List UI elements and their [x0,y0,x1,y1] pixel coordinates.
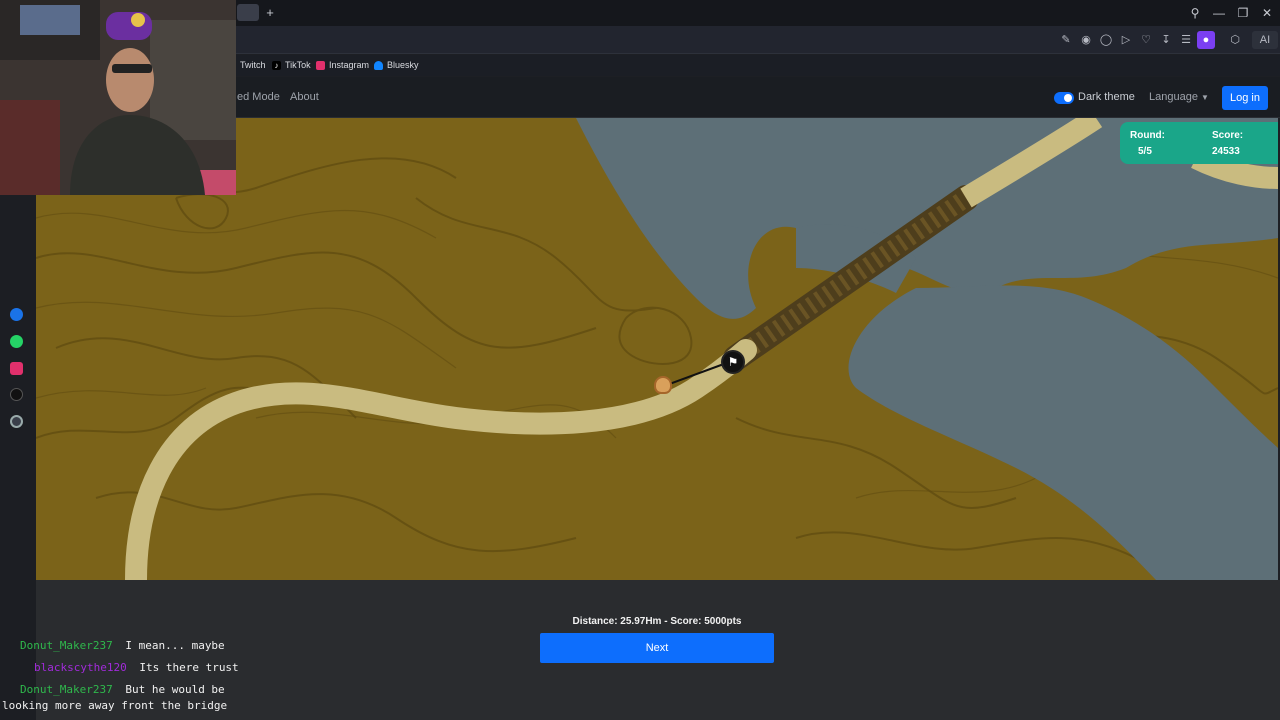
login-button[interactable]: Log in [1222,86,1268,110]
nav-link-about[interactable]: About [290,91,319,103]
chat-text: But he would be [125,683,225,696]
webcam-overlay [0,0,236,195]
player-marker-icon [654,376,672,394]
instagram-icon[interactable] [10,362,23,375]
score-panel: Round: 5/5 Score: 24533 [1120,122,1278,164]
bookmark-label: Bluesky [387,60,419,70]
result-text: Distance: 25.97Hm - Score: 5000pts [572,616,742,627]
heart-icon[interactable]: ♡ [1137,31,1155,49]
cube-icon[interactable]: ⬡ [1226,31,1244,49]
next-button[interactable]: Next [540,633,774,663]
restore-icon[interactable]: ❐ [1234,4,1252,22]
tiktok-icon[interactable] [10,388,23,401]
bookmark-label: Twitch [240,60,266,70]
shield-icon[interactable]: ◯ [1097,31,1115,49]
play-icon[interactable]: ▷ [1117,31,1135,49]
camera-icon[interactable]: ◉ [1077,31,1095,49]
bookmark-bluesky[interactable]: Bluesky [374,58,419,73]
chat-text: Its there trust [139,661,239,674]
chat-text: I mean... maybe [125,639,225,652]
chat-text: looking more away front the bridge [2,699,228,712]
search-icon[interactable]: ⚲ [1186,4,1204,22]
tiktok-icon: ♪ [272,61,281,70]
threads-icon[interactable] [10,415,23,428]
whatsapp-icon[interactable] [10,335,23,348]
chat-message: Donut_Maker237 I mean... maybe [20,639,225,652]
chat-message: Donut_Maker237 But he would be [20,683,225,696]
chat-username: Donut_Maker237 [20,639,113,652]
chevron-down-icon: ▼ [1201,93,1209,102]
chat-message: blackscythe120 Its there trust [34,661,239,674]
round-value: 5/5 [1138,146,1152,157]
download-icon[interactable]: ↧ [1157,31,1175,49]
new-tab-button[interactable]: + [262,4,278,21]
bookmark-label: TikTok [285,60,311,70]
flag-marker-icon: ⚑ [721,350,745,374]
ai-button[interactable]: AI [1252,31,1278,49]
score-value: 24533 [1212,146,1240,157]
instagram-icon [316,61,325,70]
language-label: Language [1149,91,1198,103]
round-label: Round: [1130,130,1165,141]
extension-icon[interactable]: ● [1197,31,1215,49]
browser-tab[interactable] [237,4,259,21]
nav-link-mode[interactable]: ed Mode [237,91,280,103]
bookmark-tiktok[interactable]: ♪ TikTok [272,58,311,73]
url-input[interactable] [242,31,1022,49]
bookmark-twitch[interactable]: Twitch [240,58,266,73]
chat-username: Donut_Maker237 [20,683,113,696]
chat-username: blackscythe120 [34,661,127,674]
bluesky-icon [374,61,383,70]
close-icon[interactable]: ✕ [1258,4,1276,22]
toggle-knob [1064,94,1072,102]
dark-theme-label: Dark theme [1078,91,1135,103]
edit-icon[interactable]: ✎ [1057,31,1075,49]
messenger-icon[interactable] [10,308,23,321]
chat-message: looking more away front the bridge [2,699,227,712]
language-dropdown[interactable]: Language ▼ [1149,91,1209,103]
minimize-icon[interactable]: — [1210,4,1228,22]
score-label: Score: [1212,130,1244,141]
bookmark-label: Instagram [329,60,370,70]
bookmark-instagram[interactable]: Instagram [316,58,369,73]
menu-icon[interactable]: ☰ [1177,31,1195,49]
